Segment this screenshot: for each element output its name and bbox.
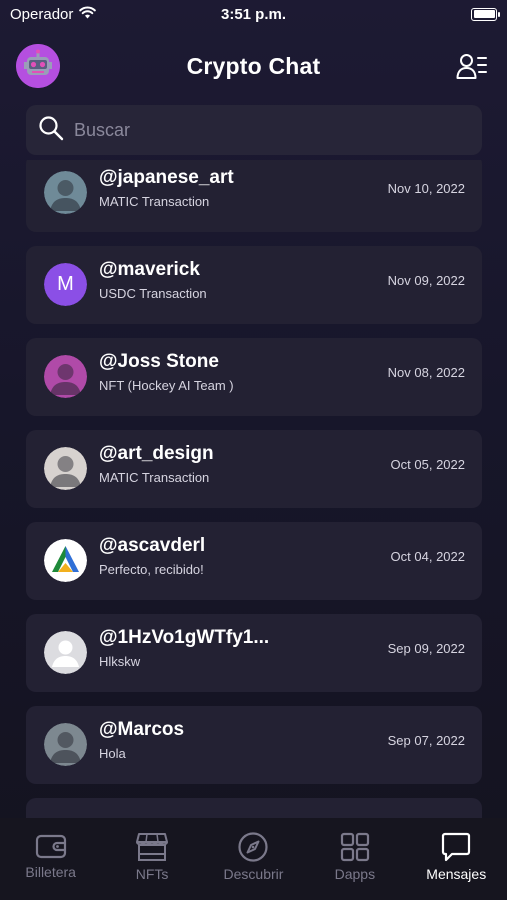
chat-date: Sep 07, 2022 xyxy=(387,733,465,748)
chat-last-message: MATIC Transaction xyxy=(99,194,210,209)
chat-date: Nov 08, 2022 xyxy=(387,365,465,380)
compass-icon xyxy=(238,832,269,862)
chat-date: Oct 05, 2022 xyxy=(390,457,465,472)
chat-last-message: NFT (Hockey AI Team ) xyxy=(99,378,234,393)
search-bar[interactable] xyxy=(26,105,482,155)
tab-descubrir[interactable]: Descubrir xyxy=(208,832,298,882)
chat-item[interactable]: @ascavderl Perfecto, recibido! Oct 04, 202… xyxy=(26,522,482,600)
tab-nfts[interactable]: NFTs xyxy=(107,832,197,882)
avatar: M xyxy=(44,263,87,306)
chat-item[interactable]: @Marcos Hola Sep 07, 2022 xyxy=(26,706,482,784)
tab-label: Billetera xyxy=(25,864,76,880)
chat-item[interactable]: @Joss Stone NFT (Hockey AI Team ) Nov 08, … xyxy=(26,338,482,416)
battery-icon xyxy=(471,7,500,21)
avatar-letter: M xyxy=(57,273,74,295)
tab-billetera[interactable]: Billetera xyxy=(6,832,96,880)
avatar xyxy=(44,171,87,214)
grid-icon xyxy=(340,832,369,862)
avatar xyxy=(44,539,87,582)
carrier-group: Operador xyxy=(10,5,97,23)
avatar xyxy=(44,723,87,766)
chat-item[interactable]: @japanese_art MATIC Transaction Nov 10, 20… xyxy=(26,160,482,232)
chat-item-partial[interactable] xyxy=(26,798,482,818)
avatar xyxy=(44,631,87,674)
bottom-tab-bar: Billetera NFTs Descubrir Dapps Mensajes xyxy=(0,818,507,900)
chat-last-message: MATIC Transaction xyxy=(99,470,210,485)
chat-last-message: Hola xyxy=(99,746,126,761)
chat-item[interactable]: M @maverick USDC Transaction Nov 09, 2022 xyxy=(26,246,482,324)
avatar xyxy=(44,355,87,398)
chat-item[interactable]: @art_design MATIC Transaction Oct 05, 2022 xyxy=(26,430,482,508)
chat-date: Sep 09, 2022 xyxy=(387,641,465,656)
chat-last-message: Perfecto, recibido! xyxy=(99,562,204,577)
status-bar: Operador 3:51 p.m. xyxy=(0,0,507,28)
wifi-icon xyxy=(79,5,97,23)
search-input[interactable] xyxy=(74,119,454,141)
tab-label: Mensajes xyxy=(426,866,487,882)
tab-dapps[interactable]: Dapps xyxy=(310,832,400,882)
chat-last-message: Hlkskw xyxy=(99,654,141,669)
chat-last-message: USDC Transaction xyxy=(99,286,207,301)
carrier-label: Operador xyxy=(10,5,74,23)
chat-name: @maverick xyxy=(99,259,200,280)
chat-list[interactable]: @japanese_art MATIC Transaction Nov 10, 20… xyxy=(0,160,507,818)
contacts-list-icon[interactable] xyxy=(455,50,489,82)
page-title: Crypto Chat xyxy=(186,52,321,79)
chat-date: Oct 04, 2022 xyxy=(390,549,465,564)
chat-name: @ascavderl xyxy=(99,535,206,556)
battery-level xyxy=(473,10,495,18)
app-header: Crypto Chat xyxy=(0,40,507,92)
chat-name: @art_design xyxy=(99,443,214,464)
tab-label: NFTs xyxy=(135,866,169,882)
chat-name: @Marcos xyxy=(99,719,185,740)
chat-name: @Joss Stone xyxy=(99,351,219,372)
chat-name: @1HzVo1gWTfy1... xyxy=(99,627,270,648)
chat-date: Nov 09, 2022 xyxy=(387,273,465,288)
avatar xyxy=(44,447,87,490)
chat-date: Nov 10, 2022 xyxy=(387,181,465,196)
store-icon xyxy=(136,833,169,861)
search-icon xyxy=(38,115,64,146)
tab-label: Descubrir xyxy=(223,866,284,882)
robot-avatar-icon[interactable] xyxy=(16,44,60,88)
wallet-icon xyxy=(35,834,66,859)
chat-item[interactable]: @1HzVo1gWTfy1... Hlkskw Sep 09, 2022 xyxy=(26,614,482,692)
chat-name: @japanese_art xyxy=(99,167,234,188)
tab-mensajes[interactable]: Mensajes xyxy=(411,832,501,882)
chat-bubble-icon xyxy=(442,832,471,862)
tab-label: Dapps xyxy=(334,866,376,882)
